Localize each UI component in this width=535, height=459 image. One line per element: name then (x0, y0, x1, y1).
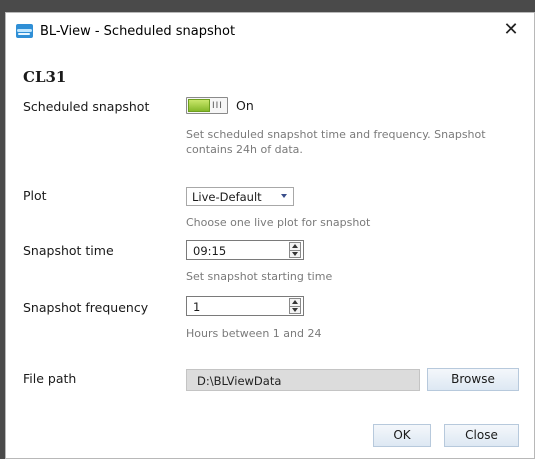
stepper-down-icon[interactable] (292, 252, 298, 256)
snapshot-time-input[interactable]: 09:15 (186, 240, 304, 260)
file-path-field[interactable]: D:\BLViewData (186, 369, 420, 391)
snapshot-frequency-value: 1 (193, 300, 201, 314)
scheduled-snapshot-hint: Set scheduled snapshot time and frequenc… (186, 128, 486, 156)
toggle-grip: III (212, 101, 223, 111)
stepper-up-icon[interactable] (292, 244, 298, 248)
plot-selected-value: Live-Default (192, 190, 262, 204)
snapshot-frequency-hint: Hours between 1 and 24 (186, 327, 322, 340)
title-bar: BL-View - Scheduled snapshot ✕ (6, 13, 534, 49)
chevron-down-icon (281, 194, 287, 198)
plot-hint: Choose one live plot for snapshot (186, 216, 371, 229)
toggle-state-text: On (236, 98, 254, 113)
window-title: BL-View - Scheduled snapshot (40, 24, 236, 39)
file-path-value: D:\BLViewData (197, 374, 282, 388)
stepper-up-icon[interactable] (292, 300, 298, 304)
snapshot-time-value: 09:15 (193, 244, 227, 258)
bl-view-app-icon (16, 24, 33, 38)
scheduled-snapshot-dialog: BL-View - Scheduled snapshot ✕ CL31 Sche… (5, 12, 535, 459)
plot-label: Plot (23, 188, 47, 203)
close-icon[interactable]: ✕ (500, 19, 522, 41)
snapshot-time-hint: Set snapshot starting time (186, 270, 333, 283)
device-name: CL31 (23, 68, 67, 86)
snapshot-time-stepper[interactable] (289, 242, 301, 258)
toggle-on-fill (188, 99, 210, 112)
scheduled-snapshot-toggle[interactable]: III (186, 97, 228, 114)
close-button[interactable]: Close (444, 424, 519, 447)
stepper-down-icon[interactable] (292, 308, 298, 312)
snapshot-frequency-input[interactable]: 1 (186, 296, 304, 316)
ok-button[interactable]: OK (373, 424, 431, 447)
browse-button[interactable]: Browse (427, 368, 519, 391)
file-path-label: File path (23, 371, 77, 386)
snapshot-time-label: Snapshot time (23, 243, 114, 258)
snapshot-frequency-stepper[interactable] (289, 298, 301, 314)
scheduled-snapshot-label: Scheduled snapshot (23, 99, 150, 114)
plot-select[interactable]: Live-Default (186, 187, 294, 206)
snapshot-frequency-label: Snapshot frequency (23, 300, 149, 315)
